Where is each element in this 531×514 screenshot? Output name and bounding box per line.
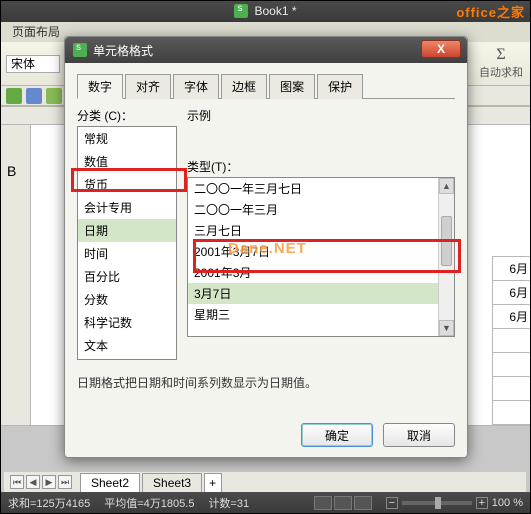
brand-watermark: office之家 (456, 2, 525, 21)
category-item[interactable]: 会计专用 (78, 196, 176, 219)
cell[interactable]: 6月 (492, 280, 530, 305)
category-item[interactable]: 百分比 (78, 265, 176, 288)
tab-font[interactable]: 字体 (173, 74, 219, 99)
zoom-thumb[interactable] (435, 497, 441, 509)
category-item[interactable]: 时间 (78, 242, 176, 265)
category-item[interactable]: 特殊 (78, 357, 176, 360)
dialog-icon (73, 43, 87, 57)
view-buttons (314, 496, 372, 510)
sheet-nav-prev-icon[interactable]: ◀ (26, 475, 40, 489)
cell[interactable] (492, 400, 530, 425)
qa-icon-3[interactable] (46, 88, 62, 104)
cell[interactable] (492, 328, 530, 353)
dialog-title: 单元格格式 (93, 42, 153, 59)
view-page-icon[interactable] (334, 496, 352, 510)
dialog-buttons: 确定 取消 (301, 423, 455, 447)
category-item[interactable]: 货币 (78, 173, 176, 196)
status-count: 计数=31 (208, 495, 249, 511)
app-titlebar: Book1 * office之家 (0, 0, 531, 22)
type-item[interactable]: 2001年3月 (188, 262, 454, 283)
scroll-up-icon[interactable]: ▲ (439, 178, 454, 194)
category-item[interactable]: 文本 (78, 334, 176, 357)
cell[interactable]: 6月 (492, 256, 530, 281)
close-icon: X (437, 42, 445, 56)
sigma-icon: Σ (496, 46, 505, 64)
sheet-tab[interactable]: Sheet3 (142, 473, 202, 492)
tab-pattern[interactable]: 图案 (269, 74, 315, 99)
cell[interactable] (492, 376, 530, 401)
cell-format-dialog: 单元格格式 X 数字 对齐 字体 边框 图案 保护 分类 (C)： 常规 数值 … (64, 36, 468, 458)
column-b-label: B (7, 163, 16, 179)
tab-border[interactable]: 边框 (221, 74, 267, 99)
document-title: Book1 * (254, 4, 296, 18)
tab-align[interactable]: 对齐 (125, 74, 171, 99)
zoom-control: − + 100 % (386, 497, 523, 509)
type-item[interactable]: 星期三 (188, 304, 454, 325)
sheet-tabs-bar: ⏮ ◀ ▶ ⏭ Sheet2 Sheet3 + (4, 472, 526, 492)
autosum-group[interactable]: Σ 自动求和 (479, 46, 523, 80)
sheet-nav-first-icon[interactable]: ⏮ (10, 475, 24, 489)
type-scrollbar[interactable]: ▲ ▼ (438, 178, 454, 336)
cell[interactable] (492, 352, 530, 377)
zoom-slider[interactable] (402, 501, 472, 505)
category-item[interactable]: 科学记数 (78, 311, 176, 334)
type-item[interactable]: 三月七日 (188, 220, 454, 241)
type-item[interactable]: 二〇〇一年三月七日 (188, 178, 454, 199)
sample-label: 示例 (187, 107, 455, 124)
view-break-icon[interactable] (354, 496, 372, 510)
sheet-nav-next-icon[interactable]: ▶ (42, 475, 56, 489)
status-bar: 求和=125万4165 平均值=4万1805.5 计数=31 − + 100 % (0, 492, 531, 514)
status-sum: 求和=125万4165 (8, 495, 90, 511)
status-avg: 平均值=4万1805.5 (104, 495, 194, 511)
tab-number[interactable]: 数字 (77, 74, 123, 99)
category-item-date[interactable]: 日期 (78, 219, 176, 242)
dialog-body: 数字 对齐 字体 边框 图案 保护 分类 (C)： 常规 数值 货币 会计专用 … (65, 63, 467, 399)
scroll-down-icon[interactable]: ▼ (439, 320, 454, 336)
zoom-out-button[interactable]: − (386, 497, 398, 509)
close-button[interactable]: X (421, 40, 461, 58)
tab-protect[interactable]: 保护 (317, 74, 363, 99)
zoom-in-button[interactable]: + (476, 497, 488, 509)
category-item[interactable]: 常规 (78, 127, 176, 150)
type-list[interactable]: 二〇〇一年三月七日 二〇〇一年三月 三月七日 2001年3月7日 2001年3月… (187, 177, 455, 337)
format-description: 日期格式把日期和时间系列数显示为日期值。 (77, 360, 455, 391)
qa-icon-1[interactable] (6, 88, 22, 104)
qa-icon-2[interactable] (26, 88, 42, 104)
dialog-titlebar[interactable]: 单元格格式 X (65, 37, 467, 63)
scroll-thumb[interactable] (441, 216, 452, 266)
visible-cells: 6月 6月 6月 (492, 257, 530, 425)
category-item[interactable]: 分数 (78, 288, 176, 311)
view-normal-icon[interactable] (314, 496, 332, 510)
sheet-nav: ⏮ ◀ ▶ ⏭ (10, 475, 72, 489)
category-item[interactable]: 数值 (78, 150, 176, 173)
type-item[interactable]: 二〇〇一年三月 (188, 199, 454, 220)
font-select[interactable]: 宋体 (6, 55, 60, 73)
dialog-tabs: 数字 对齐 字体 边框 图案 保护 (77, 73, 455, 99)
cell[interactable]: 6月 (492, 304, 530, 329)
zoom-level[interactable]: 100 % (492, 497, 523, 509)
ok-button[interactable]: 确定 (301, 423, 373, 447)
sheet-tab[interactable]: Sheet2 (80, 473, 140, 492)
type-item-selected[interactable]: 3月7日 (188, 283, 454, 304)
cancel-button[interactable]: 取消 (383, 423, 455, 447)
autosum-label: 自动求和 (479, 64, 523, 80)
app-icon (234, 4, 248, 18)
font-group: 宋体 (6, 55, 60, 73)
type-item[interactable]: 2001年3月7日 (188, 241, 454, 262)
type-label: 类型(T)： (187, 158, 455, 175)
sheet-nav-last-icon[interactable]: ⏭ (58, 475, 72, 489)
category-label: 分类 (C)： (77, 107, 177, 124)
category-list[interactable]: 常规 数值 货币 会计专用 日期 时间 百分比 分数 科学记数 文本 特殊 自定… (77, 126, 177, 360)
sheet-add-button[interactable]: + (204, 473, 222, 492)
ribbon-tab-layout[interactable]: 页面布局 (6, 21, 66, 42)
